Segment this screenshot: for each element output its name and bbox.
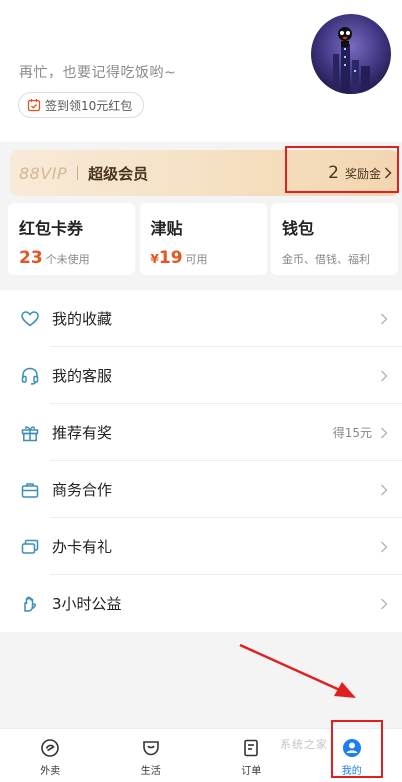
order-icon [240,737,262,759]
card-coupons[interactable]: 红包卡券 23 个未使用 [8,203,135,275]
menu-item-extra: 得15元 [332,426,372,440]
menu-item-label: 推荐有奖 [52,424,113,442]
menu-item-label: 3小时公益 [52,595,122,613]
signin-label: 签到领10元红包 [45,98,133,113]
menu-list: 我的收藏 我的客服 推荐有奖 得15元 商务合作 办卡有礼 3小时公益 [0,290,402,632]
tab-label: 生活 [140,766,161,777]
takeout-icon [39,737,61,759]
tab-takeout[interactable]: 外卖 [0,729,101,782]
currency-symbol: ¥ [150,252,159,266]
tab-label: 订单 [241,766,262,777]
chevron-right-icon [380,370,388,382]
asset-cards: 红包卡券 23 个未使用 津贴 ¥ 19 可用 钱包 金币、借钱、福利 [8,203,398,275]
card-title: 钱包 [282,219,315,238]
tab-label: 外卖 [40,766,61,777]
chevron-right-icon [380,541,388,553]
avatar[interactable] [311,14,391,94]
highlight-box-profile-tab [331,720,383,778]
vip-title: 超级会员 [88,164,149,183]
menu-item-label: 办卡有礼 [52,538,113,556]
calendar-icon [27,98,41,112]
menu-item-label: 商务合作 [52,481,113,499]
menu-item-card-offer[interactable]: 办卡有礼 [0,518,402,575]
chevron-right-icon [380,427,388,439]
card-allowance[interactable]: 津贴 ¥ 19 可用 [139,203,267,275]
highlight-box-bonus [285,146,399,193]
chevron-right-icon [380,484,388,496]
tab-life[interactable]: 生活 [101,729,202,782]
vip-logo: 88VIP [19,163,68,183]
heart-icon [20,309,40,329]
menu-item-label: 我的收藏 [52,310,113,328]
card-icon [20,537,40,557]
card-wallet[interactable]: 钱包 金币、借钱、福利 [271,203,398,275]
menu-item-favorites[interactable]: 我的收藏 [0,290,402,347]
watermark: 系统之家 [280,738,328,751]
headset-icon [20,366,40,386]
card-subtitle: 金币、借钱、福利 [282,253,370,266]
briefcase-icon [20,480,40,500]
hand-icon [20,594,40,614]
card-value: 23 [19,248,43,268]
menu-item-charity[interactable]: 3小时公益 [0,575,402,632]
menu-item-label: 我的客服 [52,367,113,385]
card-title: 红包卡券 [19,219,84,238]
life-icon [140,737,162,759]
card-subtitle: 个未使用 [45,253,90,266]
menu-item-service[interactable]: 我的客服 [0,347,402,404]
greeting-text: 再忙，也要记得吃饭哟~ [19,65,177,81]
menu-item-business[interactable]: 商务合作 [0,461,402,518]
chevron-right-icon [380,313,388,325]
chevron-right-icon [380,598,388,610]
menu-item-referral[interactable]: 推荐有奖 得15元 [0,404,402,461]
signin-button[interactable]: 签到领10元红包 [18,92,145,118]
card-title: 津贴 [150,219,183,238]
vip-divider [77,166,79,180]
card-value: 19 [158,248,183,268]
card-subtitle: 可用 [185,253,208,266]
profile-header: 再忙，也要记得吃饭哟~ 签到领10元红包 [0,0,402,142]
gift-icon [20,423,40,443]
